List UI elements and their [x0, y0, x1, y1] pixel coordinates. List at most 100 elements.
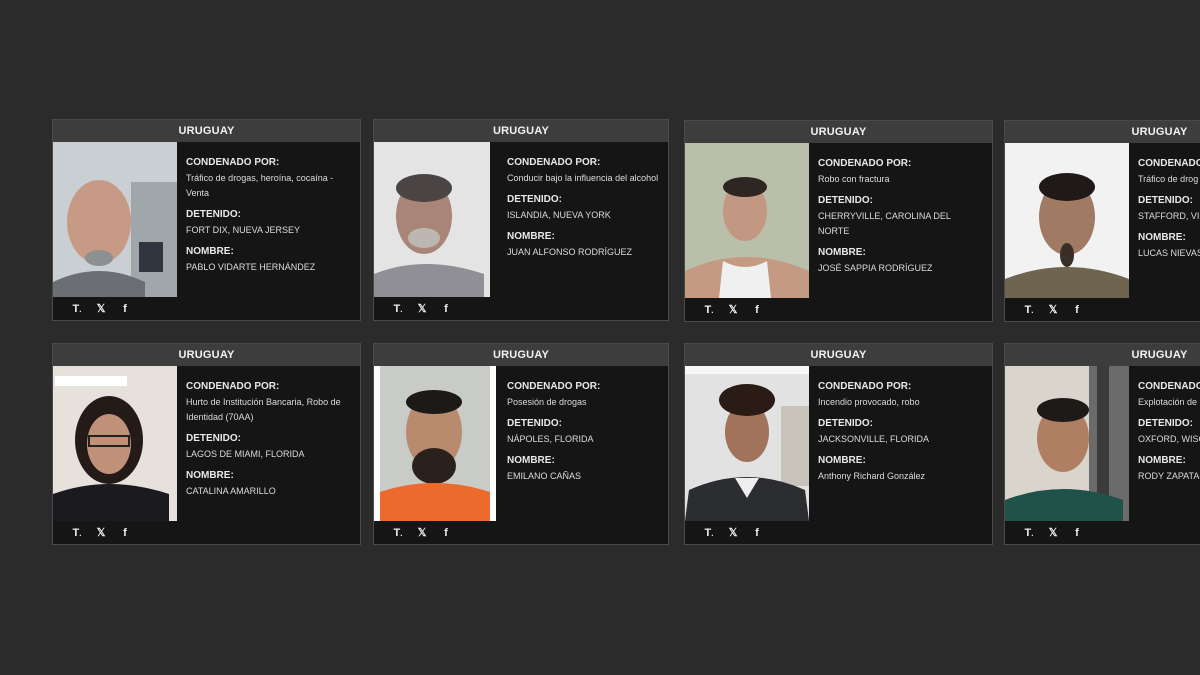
inmate-card: URUGUAY CONDENADO POR: Hurto de Instituc… — [52, 343, 361, 545]
convicted-value: Tráfico de drog — [1138, 174, 1199, 184]
facebook-icon[interactable]: f — [440, 303, 452, 315]
share-bar: T. 𝕏 f — [685, 298, 992, 321]
card-country-header: URUGUAY — [374, 120, 668, 142]
name-label: NOMBRE: — [818, 455, 866, 466]
facebook-icon[interactable]: f — [440, 527, 452, 539]
inmate-photo — [53, 142, 177, 297]
detained-label: DETENIDO: — [818, 418, 873, 429]
card-country-header: URUGUAY — [1005, 344, 1200, 366]
convicted-value: Hurto de Institución Bancaria, Robo de I… — [186, 397, 341, 422]
convicted-value: Conducir bajo la influencia del alcohol — [507, 173, 659, 183]
facebook-icon[interactable]: f — [751, 527, 763, 539]
name-value: Anthony Richard González — [818, 471, 926, 481]
card-country-header: URUGUAY — [1005, 121, 1200, 143]
mugshot-gallery: URUGUAY CONDENADO POR: Tráfico de drogas… — [0, 0, 1200, 675]
facebook-icon[interactable]: f — [119, 527, 131, 539]
name-label: NOMBRE: — [1138, 232, 1186, 243]
x-icon[interactable]: 𝕏 — [727, 526, 739, 539]
convicted-value: Posesión de drogas — [507, 397, 587, 407]
convicted-label: CONDENADO POR: — [507, 381, 601, 392]
name-value: CATALINA AMARILLO — [186, 486, 276, 496]
detained-value: CHERRYVILLE, CAROLINA DEL NORTE — [818, 211, 951, 236]
share-bar: T. 𝕏 f — [685, 521, 992, 544]
detained-label: DETENIDO: — [818, 195, 873, 206]
name-label: NOMBRE: — [507, 455, 555, 466]
share-bar: T. 𝕏 f — [1005, 521, 1200, 544]
card-country-header: URUGUAY — [374, 344, 668, 366]
detained-value: LAGOS DE MIAMI, FLORIDA — [186, 449, 305, 459]
x-icon[interactable]: 𝕏 — [95, 526, 107, 539]
convicted-value: Tráfico de drogas, heroína, cocaína - Ve… — [186, 173, 334, 198]
tn-logo-icon[interactable]: T. — [71, 527, 83, 539]
inmate-photo — [685, 143, 809, 298]
name-label: NOMBRE: — [186, 246, 234, 257]
inmate-card: URUGUAY CONDENADO POR: Posesión de droga… — [373, 343, 669, 545]
convicted-label: CONDENADO POR: — [818, 381, 912, 392]
x-icon[interactable]: 𝕏 — [1047, 526, 1059, 539]
name-value: JOSÉ SAPPIA RODRÍGUEZ — [818, 263, 933, 273]
share-bar: T. 𝕏 f — [53, 297, 360, 320]
x-icon[interactable]: 𝕏 — [95, 302, 107, 315]
name-label: NOMBRE: — [186, 470, 234, 481]
x-icon[interactable]: 𝕏 — [416, 302, 428, 315]
inmate-photo — [374, 366, 496, 521]
share-bar: T. 𝕏 f — [53, 521, 360, 544]
convicted-label: CONDENADO POR: — [1138, 158, 1200, 169]
name-value: PABLO VIDARTE HERNÁNDEZ — [186, 262, 316, 272]
card-country-header: URUGUAY — [685, 121, 992, 143]
convicted-label: CONDENADO POR: — [507, 157, 601, 168]
detained-value: FORT DIX, NUEVA JERSEY — [186, 225, 301, 235]
tn-logo-icon[interactable]: T. — [703, 527, 715, 539]
convicted-label: CONDENADO — [1138, 381, 1200, 392]
convicted-value: Incendio provocado, robo — [818, 397, 920, 407]
convicted-value: Explotación de — [1138, 397, 1198, 407]
inmate-card: URUGUAY CONDENADO POR: Tráfico de drog D… — [1004, 120, 1200, 322]
detained-label: DETENIDO: — [507, 194, 562, 205]
detained-label: DETENIDO: — [186, 433, 241, 444]
card-country-header: URUGUAY — [685, 344, 992, 366]
inmate-card: URUGUAY CONDENADO POR: Incendio provocad… — [684, 343, 993, 545]
name-value: JUAN ALFONSO RODRÍGUEZ — [507, 247, 633, 257]
convicted-label: CONDENADO POR: — [818, 158, 912, 169]
inmate-photo — [685, 366, 809, 521]
share-bar: T. 𝕏 f — [374, 297, 668, 320]
name-label: NOMBRE: — [1138, 455, 1186, 466]
detained-value: OXFORD, WISC — [1138, 434, 1200, 444]
share-bar: T. 𝕏 f — [1005, 298, 1200, 321]
name-label: NOMBRE: — [507, 231, 555, 242]
inmate-photo — [1005, 366, 1129, 521]
inmate-photo — [374, 142, 490, 297]
tn-logo-icon[interactable]: T. — [1023, 304, 1035, 316]
name-value: RODY ZAPATA- — [1138, 471, 1200, 481]
inmate-photo — [1005, 143, 1129, 298]
inmate-card: URUGUAY CONDENADO POR: Conducir bajo la … — [373, 119, 669, 321]
detained-label: DETENIDO: — [507, 418, 562, 429]
tn-logo-icon[interactable]: T. — [703, 304, 715, 316]
detained-value: JACKSONVILLE, FLORIDA — [818, 434, 930, 444]
name-label: NOMBRE: — [818, 247, 866, 258]
detained-label: DETENIDO: — [1138, 195, 1193, 206]
detained-label: DETENIDO: — [186, 209, 241, 220]
facebook-icon[interactable]: f — [1071, 304, 1083, 316]
name-value: LUCAS NIEVAS — [1138, 248, 1200, 258]
card-country-header: URUGUAY — [53, 344, 360, 366]
tn-logo-icon[interactable]: T. — [392, 527, 404, 539]
detained-value: STAFFORD, VIR — [1138, 211, 1200, 221]
inmate-card: URUGUAY CONDENADO POR: Robo con fractura… — [684, 120, 993, 322]
tn-logo-icon[interactable]: T. — [71, 303, 83, 315]
inmate-card: URUGUAY CONDENADO Explotación de DETENID… — [1004, 343, 1200, 545]
share-bar: T. 𝕏 f — [374, 521, 668, 544]
convicted-label: CONDENADO POR: — [186, 381, 280, 392]
x-icon[interactable]: 𝕏 — [416, 526, 428, 539]
facebook-icon[interactable]: f — [1071, 527, 1083, 539]
x-icon[interactable]: 𝕏 — [727, 303, 739, 316]
tn-logo-icon[interactable]: T. — [1023, 527, 1035, 539]
facebook-icon[interactable]: f — [751, 304, 763, 316]
tn-logo-icon[interactable]: T. — [392, 303, 404, 315]
x-icon[interactable]: 𝕏 — [1047, 303, 1059, 316]
convicted-value: Robo con fractura — [818, 174, 890, 184]
detained-label: DETENIDO: — [1138, 418, 1193, 429]
detained-value: ISLANDIA, NUEVA YORK — [507, 210, 611, 220]
name-value: EMILANO CAÑAS — [507, 471, 582, 481]
facebook-icon[interactable]: f — [119, 303, 131, 315]
